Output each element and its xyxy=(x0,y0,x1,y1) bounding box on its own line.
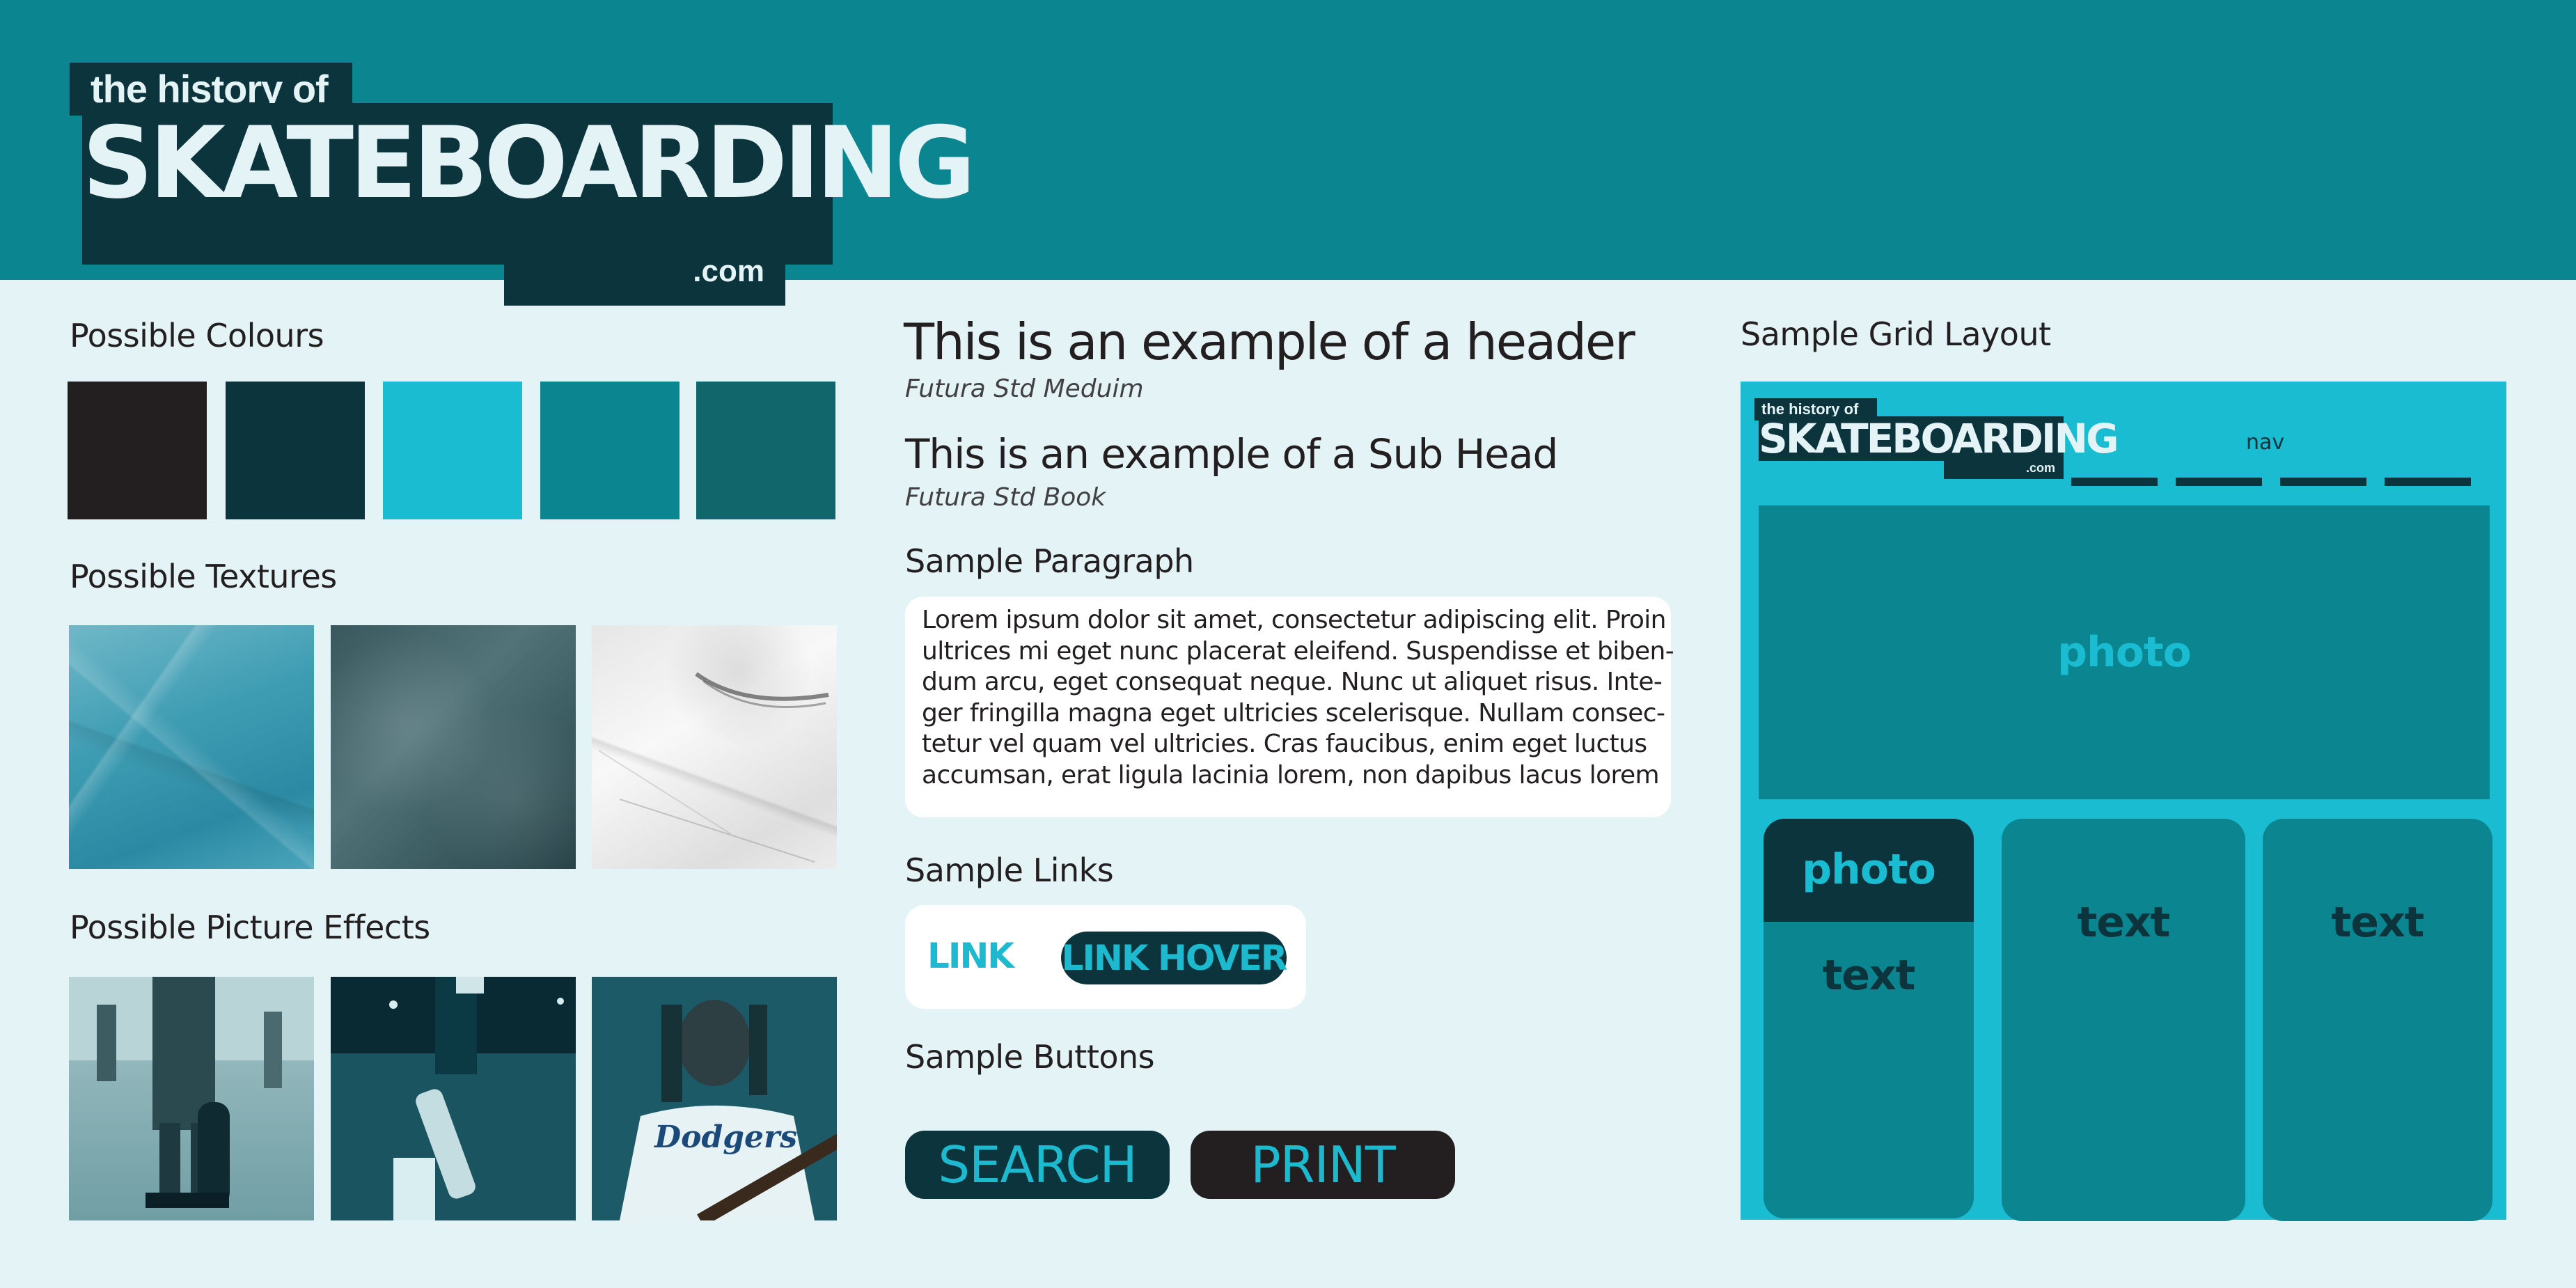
grid-card-text-label: text xyxy=(1822,951,1916,1000)
photo-guitarist-dodgers: Dodgers xyxy=(592,977,837,1220)
print-button-label: PRINT xyxy=(1250,1136,1396,1194)
grid-card-photo-label: photo xyxy=(1802,845,1936,894)
grid-logo: the history of SKATEBOARDING .com xyxy=(1754,398,2119,480)
swatch-dark-teal xyxy=(226,382,365,519)
texture-scratched xyxy=(592,625,837,869)
photo-skater-walking xyxy=(69,977,314,1220)
photo-night-skateboard-illustration xyxy=(331,977,576,1220)
grid-layout-mockup: the history of SKATEBOARDING .com nav ph… xyxy=(1741,382,2506,1221)
sample-link[interactable]: LINK xyxy=(927,932,1014,980)
logo-domain: .com xyxy=(693,254,764,288)
photo-skater-walking-illustration xyxy=(69,977,314,1208)
picture-effects-heading: Possible Picture Effects xyxy=(70,909,430,946)
grid-logo-wordmark-block: SKATEBOARDING xyxy=(1759,415,2119,462)
buttons-heading: Sample Buttons xyxy=(905,1038,1155,1076)
grid-nav-item[interactable] xyxy=(2385,478,2471,486)
sample-links-box: LINK LINK HOVER xyxy=(905,905,1306,1009)
paragraph-line: Lorem ipsum dolor sit amet, consectetur … xyxy=(922,606,1666,634)
sample-link-hover-label: LINK HOVER xyxy=(1061,938,1288,978)
sample-paragraph-box: Lorem ipsum dolor sit amet, consectetur … xyxy=(905,597,1674,817)
swatch-teal xyxy=(540,382,680,519)
search-button-label: SEARCH xyxy=(938,1136,1137,1194)
grid-nav-item[interactable] xyxy=(2071,478,2158,486)
paragraph-line: accumsan, erat ligula lacinia lorem, non… xyxy=(922,760,1660,790)
header-sample: This is an example of a header xyxy=(904,313,1635,371)
print-button[interactable]: PRINT xyxy=(1191,1131,1455,1199)
grid-nav-item[interactable] xyxy=(2280,478,2366,486)
texture-crumpled-paper xyxy=(69,625,314,869)
grid-logo-wordmark: SKATEBOARDING xyxy=(1759,415,2119,462)
paragraph-line: dum arcu, eget consequat neque. Nunc ut … xyxy=(922,668,1663,696)
photo-guitarist-illustration: Dodgers xyxy=(592,977,837,1220)
grid-card-2-label: text xyxy=(2077,898,2171,947)
textures-heading: Possible Textures xyxy=(70,558,337,595)
swatch-bright-cyan xyxy=(383,382,522,519)
swatch-black xyxy=(68,382,207,519)
grid-logo-domain-block: .com xyxy=(1944,458,2064,479)
subhead-sample: This is an example of a Sub Head xyxy=(905,430,1558,478)
photo-night-skateboard xyxy=(331,977,576,1220)
logo-domain-block: .com xyxy=(504,251,785,306)
paragraph-line: ger fringilla magna eget ultricies scele… xyxy=(922,698,1665,728)
grid-card-text-3: text xyxy=(2263,819,2492,1221)
search-button[interactable]: SEARCH xyxy=(905,1131,1170,1199)
grid-card-photo-area: photo xyxy=(1764,819,1974,922)
grid-card-photo-text: photo text xyxy=(1764,819,1974,1218)
grid-card-text-2: text xyxy=(2002,819,2245,1221)
grid-logo-domain: .com xyxy=(2025,461,2055,475)
links-heading: Sample Links xyxy=(905,851,1114,889)
swatch-deep-teal xyxy=(696,382,835,519)
texture-grunge xyxy=(331,625,576,869)
paragraph-line: ultrices mi eget nunc placerat eleifend.… xyxy=(922,636,1674,666)
header-font-caption: Futura Std Meduim xyxy=(905,375,1144,403)
grid-hero-photo: photo xyxy=(1759,505,2490,799)
grid-nav-label: nav xyxy=(2246,430,2285,455)
grid-hero-label: photo xyxy=(2057,628,2192,677)
paragraph-heading: Sample Paragraph xyxy=(905,542,1194,580)
colours-heading: Possible Colours xyxy=(70,317,324,354)
dodgers-jersey-lettering: Dodgers xyxy=(653,1120,797,1155)
sample-paragraph: Lorem ipsum dolor sit amet, consectetur … xyxy=(922,605,1674,791)
logo-wordmark-block: SKATEBOARDING xyxy=(82,103,976,265)
subhead-font-caption: Futura Std Book xyxy=(905,483,1106,512)
site-logo: the history of SKATEBOARDING .com xyxy=(70,63,976,306)
sample-link-hover[interactable]: LINK HOVER xyxy=(1061,932,1287,984)
grid-card-3-label: text xyxy=(2331,898,2425,947)
scratch-marks xyxy=(598,672,829,863)
paragraph-line: tetur vel quam vel ultricies. Cras fauci… xyxy=(922,730,1647,758)
grid-nav-item[interactable] xyxy=(2176,478,2262,486)
logo-wordmark: SKATEBOARDING xyxy=(82,106,976,221)
grid-heading: Sample Grid Layout xyxy=(1741,315,2051,353)
